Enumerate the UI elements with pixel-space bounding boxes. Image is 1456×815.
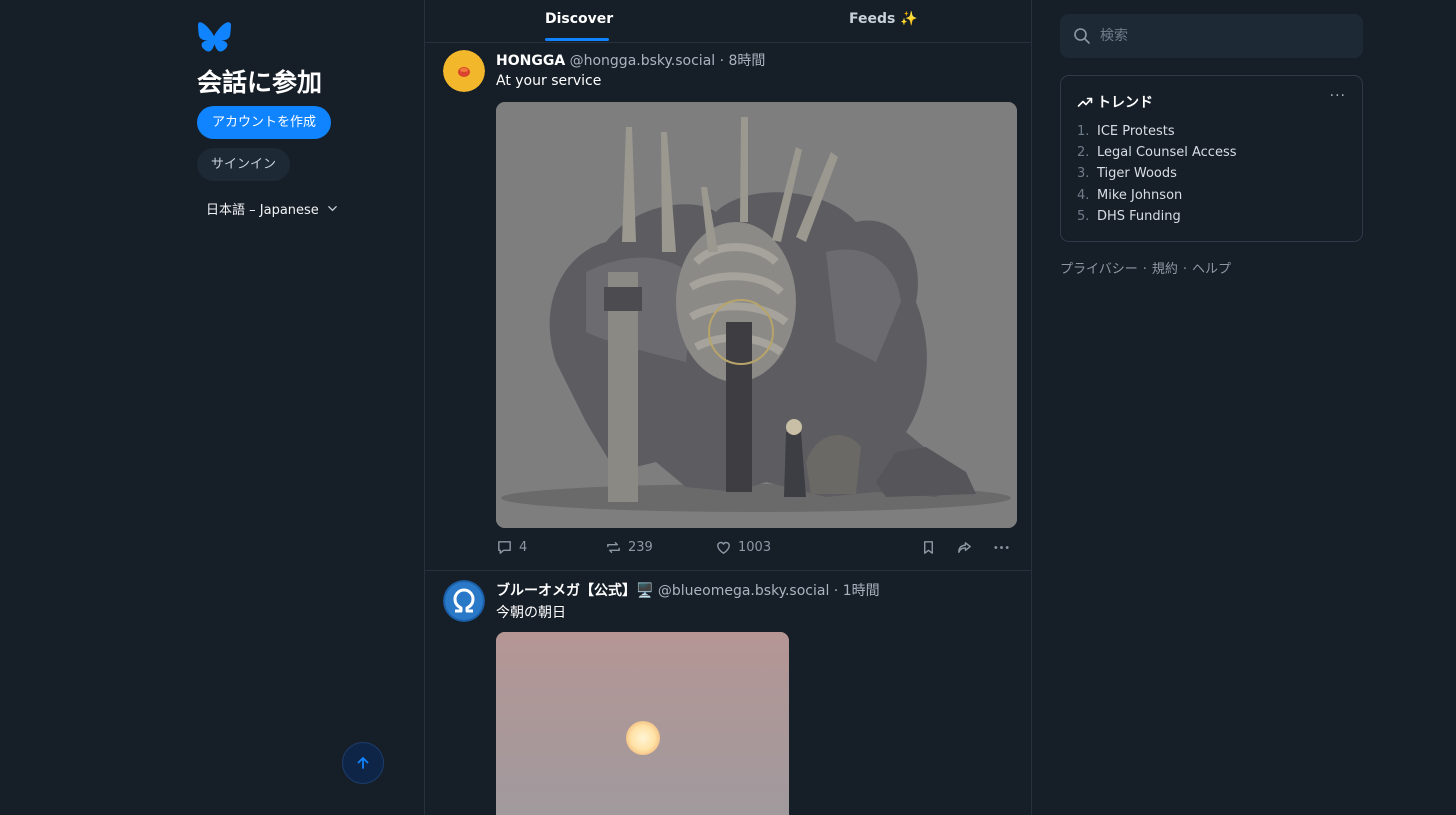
trending-topic[interactable]: ICE Protests bbox=[1097, 124, 1175, 145]
language-selector[interactable]: 日本語 – Japanese bbox=[206, 199, 338, 218]
author-name[interactable]: ブルーオメガ【公式】🖥️ bbox=[496, 583, 653, 599]
search-input[interactable] bbox=[1100, 14, 1350, 58]
main-feed: Discover Feeds ✨ HONGGA @hongga.bsky.soc… bbox=[424, 0, 1032, 815]
trending-rank: 4. bbox=[1077, 187, 1090, 203]
trending-rank: 1. bbox=[1077, 124, 1090, 139]
trending-rank: 2. bbox=[1077, 145, 1090, 161]
tab-discover[interactable]: Discover bbox=[545, 0, 613, 42]
more-horizontal-icon bbox=[994, 546, 1009, 549]
share-button[interactable] bbox=[956, 539, 973, 556]
share-icon bbox=[958, 542, 971, 553]
tab-feeds[interactable]: Feeds ✨ bbox=[849, 0, 918, 42]
trending-topic[interactable]: Legal Counsel Access bbox=[1097, 145, 1237, 166]
more-options-button[interactable] bbox=[993, 539, 1010, 556]
trending-rank: 3. bbox=[1077, 166, 1090, 182]
trending-up-icon bbox=[1077, 97, 1093, 107]
left-sidebar: 会話に参加 アカウントを作成 サインイン 日本語 – Japanese bbox=[197, 0, 417, 815]
trending-item[interactable]: 1. ICE Protests bbox=[1077, 124, 1237, 145]
post-text: 今朝の朝日 bbox=[496, 605, 566, 621]
reply-button[interactable]: 4 bbox=[496, 539, 527, 556]
like-count: 1003 bbox=[738, 540, 772, 555]
avatar[interactable] bbox=[443, 50, 485, 92]
trending-rank: 5. bbox=[1077, 208, 1090, 224]
bookmark-button[interactable] bbox=[920, 539, 937, 556]
terms-link[interactable]: 規約 bbox=[1152, 262, 1178, 277]
sign-in-button[interactable]: サインイン bbox=[197, 148, 291, 181]
active-tab-indicator bbox=[545, 38, 609, 41]
post-time[interactable]: · 8時間 bbox=[720, 53, 766, 69]
trending-card: トレンド ··· 1. ICE Protests 2. Legal Counse… bbox=[1060, 75, 1363, 242]
trending-title: トレンド bbox=[1097, 95, 1153, 111]
post-time[interactable]: · 1時間 bbox=[834, 583, 880, 599]
post-header: HONGGA @hongga.bsky.social · 8時間 bbox=[496, 50, 765, 70]
privacy-link[interactable]: プライバシー bbox=[1060, 262, 1138, 277]
trending-header: トレンド bbox=[1077, 92, 1153, 112]
post-image[interactable] bbox=[496, 632, 789, 815]
create-account-button[interactable]: アカウントを作成 bbox=[197, 106, 332, 139]
post-image[interactable] bbox=[496, 102, 1017, 528]
post-text: At your service bbox=[496, 73, 602, 89]
feed-post[interactable]: ブルーオメガ【公式】🖥️ @blueomega.bsky.social · 1時… bbox=[425, 572, 1031, 815]
repost-icon bbox=[607, 542, 620, 553]
feed-tabs: Discover Feeds ✨ bbox=[425, 0, 1031, 43]
trending-topic[interactable]: Mike Johnson bbox=[1097, 188, 1182, 209]
author-handle[interactable]: @hongga.bsky.social bbox=[570, 53, 716, 69]
footer-separator: · bbox=[1182, 262, 1188, 277]
comment-icon bbox=[498, 541, 511, 554]
butterfly-icon[interactable] bbox=[197, 22, 231, 54]
heart-icon bbox=[717, 541, 730, 554]
chevron-down-icon bbox=[327, 206, 337, 212]
avatar[interactable] bbox=[443, 580, 485, 622]
language-label: 日本語 – Japanese bbox=[206, 203, 319, 218]
footer-links: プライバシー · 規約 · ヘルプ bbox=[1060, 258, 1231, 277]
author-handle[interactable]: @blueomega.bsky.social bbox=[658, 583, 829, 599]
author-name[interactable]: HONGGA bbox=[496, 53, 565, 69]
bookmark-icon bbox=[924, 541, 933, 554]
trending-item[interactable]: 2. Legal Counsel Access bbox=[1077, 145, 1237, 166]
trending-topic[interactable]: Tiger Woods bbox=[1097, 166, 1177, 187]
post-actions: 4 239 1003 bbox=[496, 539, 1017, 559]
scroll-to-top-button[interactable] bbox=[342, 742, 384, 784]
trending-item[interactable]: 3. Tiger Woods bbox=[1077, 166, 1237, 187]
post-header: ブルーオメガ【公式】🖥️ @blueomega.bsky.social · 1時… bbox=[496, 580, 880, 600]
footer-separator: · bbox=[1142, 262, 1147, 277]
help-link[interactable]: ヘルプ bbox=[1192, 262, 1231, 277]
repost-count: 239 bbox=[628, 540, 653, 555]
search-icon bbox=[1074, 28, 1090, 44]
trending-more-button[interactable]: ··· bbox=[1330, 88, 1346, 104]
trending-item[interactable]: 5. DHS Funding bbox=[1077, 209, 1237, 230]
reply-count: 4 bbox=[519, 540, 528, 555]
repost-button[interactable]: 239 bbox=[605, 539, 653, 556]
trending-topic[interactable]: DHS Funding bbox=[1097, 209, 1181, 230]
trending-item[interactable]: 4. Mike Johnson bbox=[1077, 188, 1237, 209]
search-box[interactable] bbox=[1060, 14, 1363, 58]
like-button[interactable]: 1003 bbox=[715, 539, 771, 556]
arrow-up-icon bbox=[357, 757, 369, 769]
feed-post[interactable]: HONGGA @hongga.bsky.social · 8時間 At your… bbox=[425, 43, 1031, 571]
join-conversation-title: 会話に参加 bbox=[197, 68, 323, 97]
trending-list: 1. ICE Protests 2. Legal Counsel Access … bbox=[1077, 124, 1237, 230]
